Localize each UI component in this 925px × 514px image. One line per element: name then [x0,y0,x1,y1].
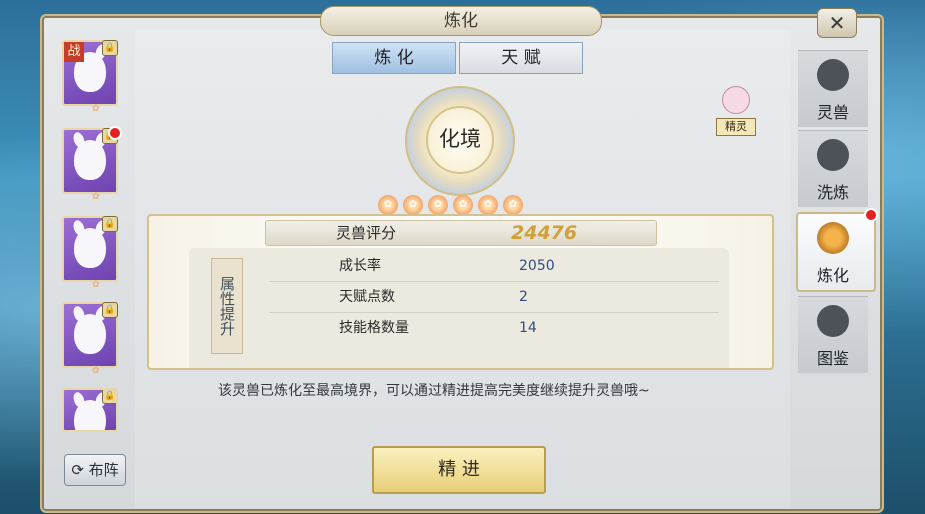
pet-portrait [74,140,106,180]
pet-slot[interactable]: 🔒 ✿ [62,302,118,376]
side-tab-label: 灵兽 [816,103,849,122]
attribute-row: 天赋点数 2 [269,283,719,311]
side-tab-wash[interactable]: 洗炼 [798,130,868,207]
side-tab-refine[interactable]: 炼化 [796,208,878,292]
star-icon: ✿ [503,195,523,215]
attribute-value: 14 [519,320,537,336]
lock-icon: 🔒 [102,302,118,318]
battle-badge: 战 [64,42,84,62]
pet-slot[interactable]: 🔒 ✿ [62,126,122,202]
row-divider [269,281,719,282]
star-icon: ✿ [478,195,498,215]
pet-portrait [74,314,106,354]
attribute-name: 技能格数量 [339,320,409,336]
tab-talent[interactable]: 天 赋 [459,42,583,74]
pet-portrait [74,228,106,268]
pet-slot[interactable]: 战 🔒 ✿ [62,40,118,114]
side-tabs: 灵兽 洗炼 炼化 图鉴 [796,50,878,373]
fairy-button[interactable]: 精灵 [716,86,756,136]
attribute-section-title: 属性提升 [211,258,243,354]
info-note: 该灵兽已炼化至最高境界，可以通过精进提高完美度继续提升灵兽哦~ [218,383,650,399]
star-icon: ✿ [92,366,100,376]
side-tab-label: 图鉴 [816,349,849,368]
attribute-row: 成长率 2050 [269,252,719,280]
pet-slot[interactable]: 🔒 ✿ [62,216,118,290]
score-bar: 灵兽评分 24476 [265,220,657,246]
fairy-label: 精灵 [716,118,756,136]
attribute-row: 技能格数量 14 [269,314,719,342]
pet-list: 战 🔒 ✿ 🔒 ✿ 🔒 ✿ 🔒 ✿ 🔒 [52,34,132,504]
star-icon: ✿ [453,195,473,215]
attribute-name: 天赋点数 [339,289,395,305]
star-icon: ✿ [92,280,100,290]
book-icon [817,305,849,337]
star-icon: ✿ [92,104,100,114]
beast-icon [817,59,849,91]
star-rating: ✿ ✿ ✿ ✿ ✿ ✿ [378,192,538,215]
star-icon: ✿ [403,195,423,215]
stats-panel: 灵兽评分 24476 属性提升 成长率 2050 天赋点数 2 技能格数量 14 [147,214,774,370]
star-icon: ✿ [428,195,448,215]
lock-icon: 🔒 [102,390,116,404]
tab-refine[interactable]: 炼 化 [332,42,456,74]
attribute-value: 2050 [519,258,555,274]
lock-icon: 🔒 [102,40,118,56]
score-value: 24476 [511,222,578,244]
notification-dot [108,126,122,140]
score-label: 灵兽评分 [336,224,397,242]
star-icon: ✿ [92,192,100,202]
side-tab-beast[interactable]: 灵兽 [798,50,868,127]
formation-label: 布阵 [88,461,119,479]
side-tab-codex[interactable]: 图鉴 [798,296,868,373]
fairy-icon [722,86,750,114]
flame-icon [817,222,849,254]
window-title: 炼化 [320,6,602,36]
attribute-list[interactable]: 属性提升 成长率 2050 天赋点数 2 技能格数量 14 [189,248,729,368]
notification-dot [864,208,878,222]
close-button[interactable]: ✕ [817,8,857,38]
realm-emblem: 化境 [426,106,494,174]
attribute-name: 成长率 [339,258,381,274]
row-divider [269,312,719,313]
pet-portrait [74,400,106,430]
advance-button[interactable]: 精 进 [372,446,546,494]
pet-slot[interactable]: 🔒 [62,388,118,432]
attribute-value: 2 [519,289,528,305]
star-icon: ✿ [378,195,398,215]
side-tab-label: 炼化 [816,266,849,285]
cauldron-icon [817,139,849,171]
refresh-icon: ⟳ [71,461,84,479]
lock-icon: 🔒 [102,216,118,232]
formation-button[interactable]: ⟳ 布阵 [64,454,126,486]
side-tab-label: 洗炼 [816,183,849,202]
